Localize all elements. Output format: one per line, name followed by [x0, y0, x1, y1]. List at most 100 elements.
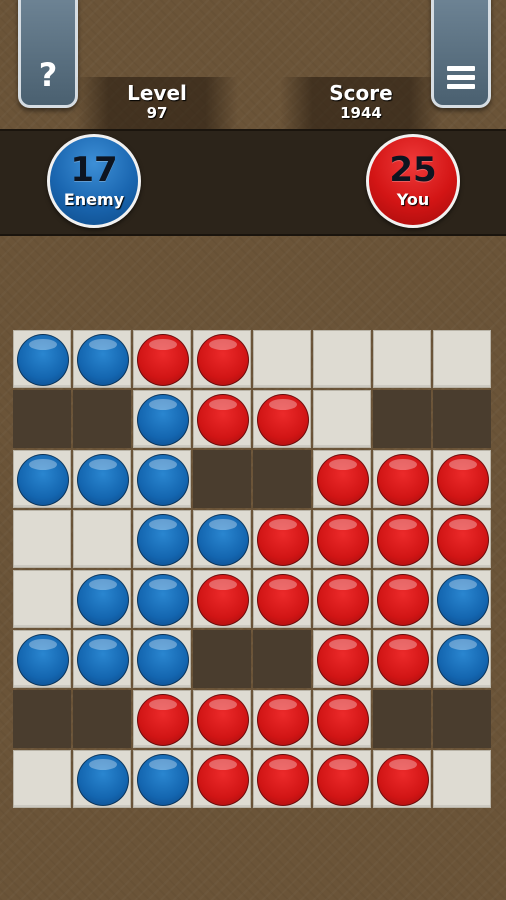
board-cell-red[interactable] [313, 750, 371, 808]
board-cell-empty[interactable] [13, 570, 71, 628]
board-cell-red[interactable] [253, 690, 311, 748]
board-cell-blue[interactable] [193, 510, 251, 568]
board-cell-blue[interactable] [133, 510, 191, 568]
board-hole [373, 690, 431, 748]
board-cell-red[interactable] [253, 390, 311, 448]
board-hole [253, 450, 311, 508]
blue-disc [77, 574, 129, 626]
red-disc [317, 514, 369, 566]
board-cell-blue[interactable] [13, 630, 71, 688]
blue-disc [17, 634, 69, 686]
board-cell-empty[interactable] [313, 390, 371, 448]
enemy-count: 17 [70, 150, 118, 190]
board-cell-red[interactable] [313, 630, 371, 688]
red-disc [197, 334, 249, 386]
board-hole [253, 630, 311, 688]
board-cell-red[interactable] [313, 510, 371, 568]
hamburger-menu-icon [447, 62, 475, 89]
blue-disc [137, 514, 189, 566]
red-disc [257, 394, 309, 446]
board-cell-blue[interactable] [133, 630, 191, 688]
board-cell-red[interactable] [133, 330, 191, 388]
board-cell-blue[interactable] [133, 390, 191, 448]
board-cell-empty[interactable] [73, 510, 131, 568]
blue-disc [77, 634, 129, 686]
board-cell-blue[interactable] [73, 330, 131, 388]
blue-disc [77, 754, 129, 806]
enemy-label: Enemy [63, 190, 125, 209]
red-disc [437, 454, 489, 506]
blue-disc [77, 454, 129, 506]
board-cell-red[interactable] [433, 510, 491, 568]
board-cell-empty[interactable] [433, 750, 491, 808]
board-cell-empty[interactable] [313, 330, 371, 388]
red-disc [437, 514, 489, 566]
board-hole [73, 690, 131, 748]
board-cell-empty[interactable] [253, 330, 311, 388]
blue-disc [137, 634, 189, 686]
board-cell-blue[interactable] [133, 750, 191, 808]
board-cell-blue[interactable] [73, 450, 131, 508]
red-disc [257, 514, 309, 566]
board-cell-red[interactable] [373, 450, 431, 508]
level-value: 97 [146, 104, 168, 122]
board-cell-red[interactable] [253, 510, 311, 568]
red-disc [197, 754, 249, 806]
board-cell-red[interactable] [193, 390, 251, 448]
board-cell-blue[interactable] [73, 570, 131, 628]
board-cell-red[interactable] [193, 570, 251, 628]
board-cell-red[interactable] [373, 510, 431, 568]
board-cell-red[interactable] [313, 690, 371, 748]
blue-disc [197, 514, 249, 566]
board-cell-blue[interactable] [433, 630, 491, 688]
board-cell-red[interactable] [313, 570, 371, 628]
blue-disc [137, 754, 189, 806]
board-hole [433, 390, 491, 448]
red-disc [377, 514, 429, 566]
board-cell-red[interactable] [253, 570, 311, 628]
question-icon: ? [38, 56, 58, 94]
board-cell-red[interactable] [133, 690, 191, 748]
score-value: 1944 [340, 104, 382, 122]
enemy-score-badge: 17 Enemy [47, 134, 141, 228]
board-cell-red[interactable] [433, 450, 491, 508]
board-cell-red[interactable] [193, 690, 251, 748]
board-cell-empty[interactable] [433, 330, 491, 388]
help-button[interactable]: ? [18, 0, 78, 108]
blue-disc [137, 574, 189, 626]
red-disc [197, 574, 249, 626]
board-cell-blue[interactable] [133, 570, 191, 628]
board-hole [373, 390, 431, 448]
board-cell-red[interactable] [313, 450, 371, 508]
board-cell-red[interactable] [193, 750, 251, 808]
blue-disc [17, 334, 69, 386]
red-disc [317, 574, 369, 626]
board-cell-empty[interactable] [13, 750, 71, 808]
board-cell-blue[interactable] [433, 570, 491, 628]
red-disc [377, 454, 429, 506]
board-cell-red[interactable] [373, 570, 431, 628]
board-cell-red[interactable] [373, 630, 431, 688]
game-board [13, 330, 493, 810]
board-hole [13, 390, 71, 448]
board-cell-red[interactable] [193, 330, 251, 388]
board-cell-empty[interactable] [373, 330, 431, 388]
board-cell-blue[interactable] [13, 330, 71, 388]
menu-button[interactable] [431, 0, 491, 108]
board-hole [73, 390, 131, 448]
board-cell-blue[interactable] [73, 630, 131, 688]
red-disc [257, 694, 309, 746]
red-disc [137, 694, 189, 746]
board-cell-red[interactable] [253, 750, 311, 808]
blue-disc [17, 454, 69, 506]
red-disc [317, 454, 369, 506]
score-label: Score [329, 81, 393, 105]
board-cell-blue[interactable] [13, 450, 71, 508]
board-cell-blue[interactable] [133, 450, 191, 508]
board-hole [13, 690, 71, 748]
board-hole [193, 630, 251, 688]
board-cell-empty[interactable] [13, 510, 71, 568]
board-cell-blue[interactable] [73, 750, 131, 808]
board-cell-red[interactable] [373, 750, 431, 808]
board-hole [433, 690, 491, 748]
